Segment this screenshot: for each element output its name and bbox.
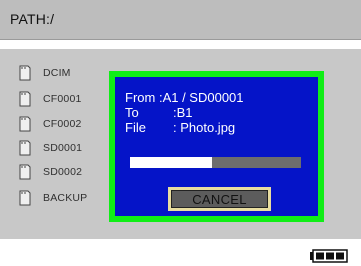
card-icon xyxy=(19,190,31,206)
progress-bar xyxy=(130,157,301,168)
file-key: File xyxy=(125,120,146,135)
file-label: BACKUP xyxy=(43,192,88,204)
file-label: DCIM xyxy=(43,67,71,79)
path-label: PATH:/ xyxy=(10,11,55,27)
path-bar: PATH:/ xyxy=(0,0,361,40)
to-value: :B1 xyxy=(173,105,193,120)
cancel-button-label: CANCEL xyxy=(171,190,268,208)
from-line: From :A1 / SD00001 xyxy=(125,90,244,106)
progress-fill xyxy=(130,157,213,168)
card-icon xyxy=(19,164,31,180)
card-icon xyxy=(19,140,31,156)
card-icon xyxy=(19,91,31,107)
copy-progress-dialog: From :A1 / SD00001 To :B1 File : Photo.jpg… xyxy=(109,71,324,222)
file-browser-panel: DCIM CF0001 CF0002 SD0001 SD0002 BACKUP … xyxy=(0,49,361,239)
card-icon xyxy=(19,65,31,81)
card-icon xyxy=(19,116,31,132)
from-value: A1 / SD00001 xyxy=(162,90,244,105)
file-line: File : Photo.jpg xyxy=(125,120,235,136)
battery-full-icon xyxy=(310,249,348,263)
to-line: To :B1 xyxy=(125,105,193,121)
file-label: CF0002 xyxy=(43,118,82,130)
file-item-sd0001[interactable]: SD0001 xyxy=(18,139,110,157)
file-value: : Photo.jpg xyxy=(173,120,236,135)
file-list: DCIM CF0001 CF0002 SD0001 SD0002 BACKUP xyxy=(0,49,110,239)
file-label: CF0001 xyxy=(43,93,82,105)
cancel-button[interactable]: CANCEL xyxy=(168,187,271,211)
file-item-cf0001[interactable]: CF0001 xyxy=(18,90,110,108)
file-item-sd0002[interactable]: SD0002 xyxy=(18,163,110,181)
file-item-backup[interactable]: BACKUP xyxy=(18,189,110,207)
dialog-body: From :A1 / SD00001 To :B1 File : Photo.jpg… xyxy=(115,77,318,216)
file-item-dcim[interactable]: DCIM xyxy=(18,64,110,82)
to-key: To xyxy=(125,105,139,120)
file-item-cf0002[interactable]: CF0002 xyxy=(18,115,110,133)
file-label: SD0001 xyxy=(43,142,83,154)
file-label: SD0002 xyxy=(43,166,83,178)
from-key: From : xyxy=(125,90,163,105)
